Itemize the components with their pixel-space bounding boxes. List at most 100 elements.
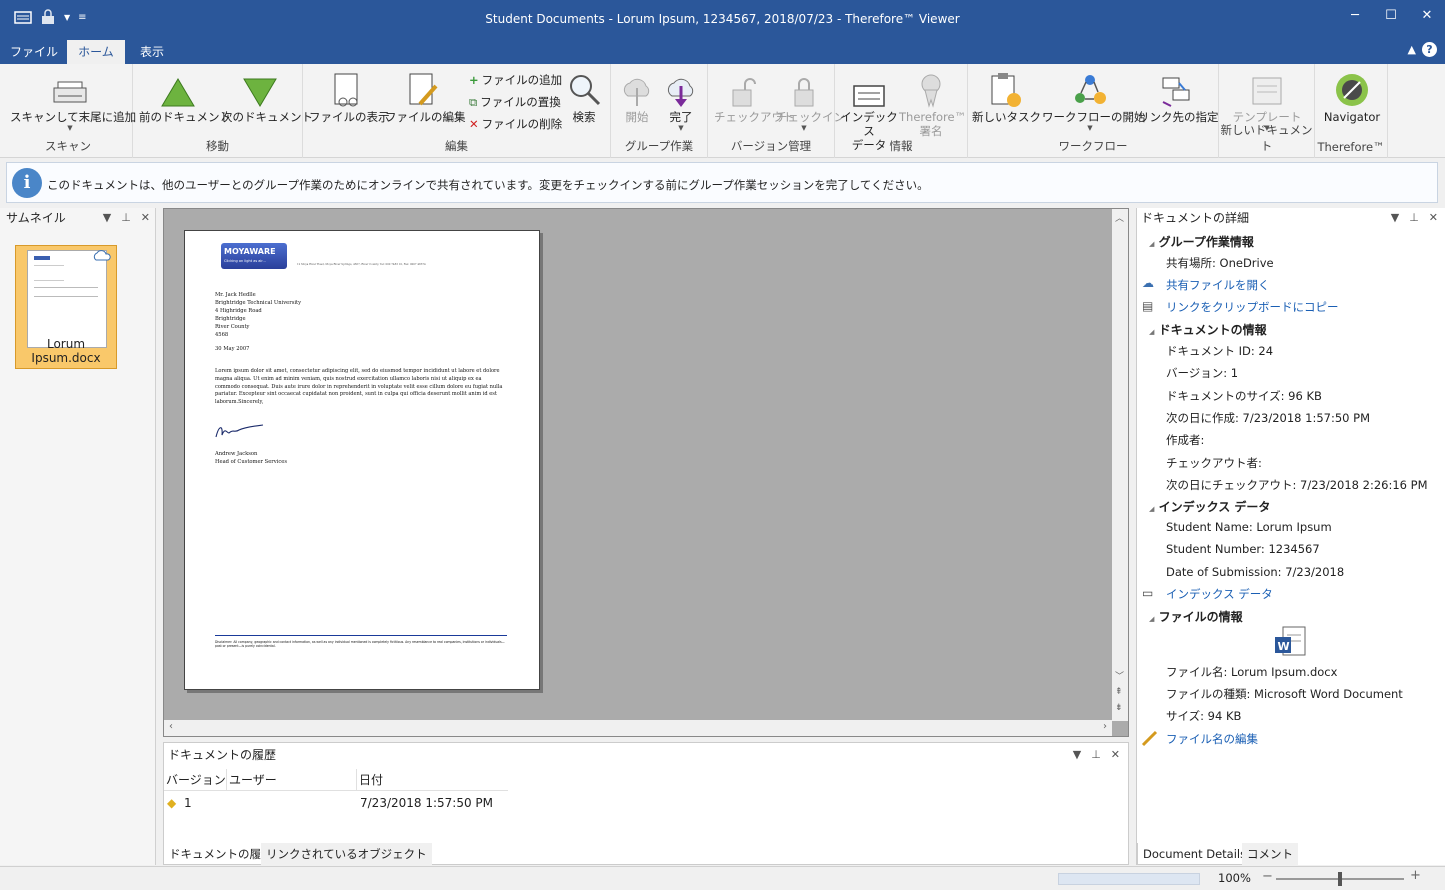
tab-file[interactable]: ファイル [6,40,62,64]
prev-page-icon[interactable]: ⇞ [1115,687,1123,697]
checked-out-date: 次の日にチェックアウト: 7/23/2018 2:26:16 PM [1166,478,1428,492]
pin-icon[interactable]: ⊥ [1091,745,1101,765]
index-data-link[interactable]: インデックス データ [1166,586,1273,602]
status-bar: 100% − + [0,866,1445,890]
edit-file-label: ファイルの編集 [385,110,466,124]
pin-icon[interactable]: ⊥ [121,208,131,228]
help-icon[interactable]: ? [1422,42,1437,57]
horizontal-scrollbar[interactable]: ‹ › [164,720,1112,736]
ribbon: スキャンして末尾に追加 ▼ スキャン 前のドキュメント 次のドキュメント 移動 … [0,64,1445,158]
close-icon[interactable]: ✕ [1429,208,1438,228]
thumbnail-item[interactable]: Lorum Ipsum.docx [15,245,117,369]
prev-document-button[interactable]: 前のドキュメント [139,68,231,124]
maximize-icon[interactable]: ☐ [1373,0,1409,30]
scroll-left-icon[interactable]: ‹ [169,721,173,732]
delete-file-button[interactable]: ✕ ファイルの削除 [469,116,562,132]
group-newdoc: テンプレート ▼ 新しいドキュメント [1219,64,1315,158]
vertical-scrollbar[interactable]: ︿ ﹀ ⇞ ⇟ [1112,209,1128,721]
table-row[interactable]: ◆ 1 7/23/2018 1:57:50 PM [164,793,508,813]
collapse-icon[interactable]: ◢ [1149,505,1154,513]
new-task-button[interactable]: 新しいタスク [972,68,1041,124]
zoom-slider-thumb[interactable] [1338,872,1342,886]
recipient-line: 4 Highridge Road [215,308,262,314]
document-size: ドキュメントのサイズ: 96 KB [1166,389,1322,403]
ribbon-tabs: ファイル ホーム 表示 [0,38,1445,64]
collab-start-button[interactable]: 開始 [619,68,655,124]
group-label-workflow: ワークフロー [1058,139,1128,153]
doc-section-header[interactable]: ◢ ドキュメントの情報 [1149,321,1267,338]
tag-icon: ◆ [167,796,177,810]
file-size: サイズ: 94 KB [1166,709,1242,723]
therefore-sign-label: Therefore™ 署名 [899,110,967,138]
search-button[interactable]: 検索 [563,68,605,124]
add-file-button[interactable]: + ファイルの追加 [469,72,562,88]
zoom-slider[interactable] [1276,872,1404,886]
checkout-button[interactable]: チェックアウト [714,68,795,124]
rename-file-link[interactable]: ファイル名の編集 [1166,731,1258,747]
collaboration-info-bar: i このドキュメントは、他のユーザーとのグループ作業のためにオンラインで共有され… [6,162,1438,203]
collapse-icon[interactable]: ◢ [1149,328,1154,336]
copy-link-link[interactable]: リンクをクリップボードにコピー [1166,299,1339,315]
zoom-out-icon[interactable]: − [1262,869,1273,884]
zoom-in-icon[interactable]: + [1410,868,1421,883]
tab-linked-objects[interactable]: リンクされているオブジェクト [261,843,432,865]
checkin-button[interactable]: チェックイン ▼ [776,68,845,132]
document-id: ドキュメント ID: 24 [1166,344,1274,358]
edit-file-button[interactable]: ファイルの編集 [385,68,466,124]
checked-out-by: チェックアウト者: [1166,456,1262,470]
open-shared-file-link[interactable]: 共有ファイルを開く [1166,277,1270,293]
delete-file-icon: ✕ [469,117,479,131]
pane-menu-icon[interactable]: ▼ [1391,208,1399,228]
file-section-header[interactable]: ◢ ファイルの情報 [1149,608,1243,625]
pin-icon[interactable]: ⊥ [1409,208,1419,228]
collab-finish-button[interactable]: 完了 ▼ [661,68,701,132]
link-to-button[interactable]: リンク先の指定 [1138,68,1219,124]
zoom-level: 100% [1218,871,1251,885]
chevron-down-icon: ▼ [1087,124,1093,132]
signature-icon [215,424,264,438]
collapse-icon[interactable]: ◢ [1149,240,1154,248]
group-label-edit: 編集 [445,139,468,153]
start-workflow-button[interactable]: ワークフローの開始 ▼ [1042,68,1146,132]
scroll-right-icon[interactable]: › [1103,721,1107,732]
column-header-user[interactable]: ユーザー [226,769,277,791]
therefore-sign-button[interactable]: Therefore™ 署名 [899,68,967,138]
navigator-button[interactable]: Navigator [1319,68,1385,124]
column-header-date[interactable]: 日付 [356,769,383,791]
recipient-line: Brightridge [215,316,246,322]
document-viewer[interactable]: MOYAWARE Clicking on light as air... 12 … [163,208,1129,737]
close-icon[interactable]: ✕ [1111,745,1120,765]
next-page-icon[interactable]: ⇟ [1115,703,1123,713]
tab-document-details[interactable]: Document Details [1137,843,1253,865]
column-header-version[interactable]: バージョン [166,769,226,791]
created-date: 次の日に作成: 7/23/2018 1:57:50 PM [1166,411,1370,425]
history-version-cell: 1 [184,796,192,810]
collab-section-header[interactable]: ◢ グループ作業情報 [1149,233,1254,250]
close-icon[interactable]: ✕ [1409,0,1445,30]
scan-append-button[interactable]: スキャンして末尾に追加 ▼ [10,68,136,132]
group-label-scan: スキャン [45,139,91,153]
group-label-info: 情報 [889,139,913,153]
collapse-ribbon-icon[interactable]: ▲ [1408,43,1416,56]
thumbnail-pane: サムネイル ▼ ⊥ ✕ Lorum Ipsum.docx [0,208,156,865]
group-label-move: 移動 [206,139,229,153]
collapse-icon[interactable]: ◢ [1149,615,1154,623]
minimize-icon[interactable]: ─ [1337,0,1373,30]
document-page: MOYAWARE Clicking on light as air... 12 … [184,230,540,690]
navigator-icon [1336,74,1368,106]
scroll-up-icon[interactable]: ︿ [1115,211,1124,224]
clipboard-icon: ▤ [1142,299,1154,313]
tab-view[interactable]: 表示 [128,40,176,64]
tab-home[interactable]: ホーム [67,40,125,64]
index-section-header[interactable]: ◢ インデックス データ [1149,498,1270,515]
pane-menu-icon[interactable]: ▼ [103,208,111,228]
scroll-down-icon[interactable]: ﹀ [1115,669,1124,682]
history-date-cell: 7/23/2018 1:57:50 PM [360,796,494,810]
pane-menu-icon[interactable]: ▼ [1073,745,1081,765]
replace-file-button[interactable]: ⧉ ファイルの置換 [469,94,561,110]
thumbnail-pane-header: サムネイル ▼ ⊥ ✕ [6,208,156,228]
next-document-button[interactable]: 次のドキュメント [221,68,313,124]
tab-comments[interactable]: コメント [1242,843,1298,865]
close-icon[interactable]: ✕ [141,208,150,228]
view-file-button[interactable]: ファイルの表示 [309,68,390,124]
